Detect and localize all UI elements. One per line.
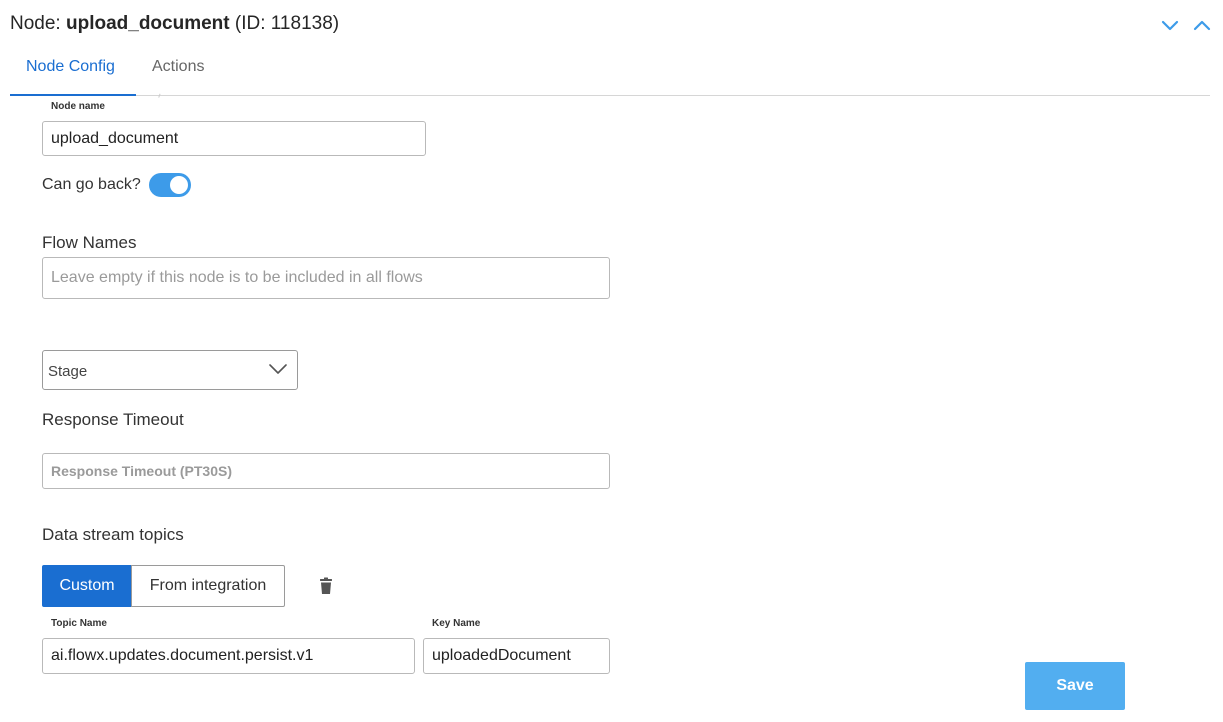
tab-actions[interactable]: Actions: [152, 58, 204, 76]
divider-mark: [154, 92, 161, 98]
save-button[interactable]: Save: [1025, 662, 1125, 710]
stage-select[interactable]: Stage: [42, 350, 298, 390]
stage-select-value: Stage: [48, 363, 88, 380]
data-stream-label: Data stream topics: [42, 525, 184, 544]
node-name-input[interactable]: [42, 121, 426, 156]
topic-name-label: Topic Name: [51, 618, 107, 629]
can-go-back-label: Can go back?: [42, 176, 141, 193]
trash-icon[interactable]: [316, 576, 336, 596]
node-title: Node: upload_document (ID: 118138): [10, 13, 339, 35]
node-title-id: (ID: 118138): [234, 13, 340, 34]
toggle-knob: [170, 176, 188, 194]
node-title-name: upload_document: [65, 13, 230, 34]
chevron-down-icon: [269, 364, 287, 374]
node-name-label: Node name: [51, 101, 105, 112]
chevron-down-icon[interactable]: [1159, 14, 1181, 36]
active-tab-indicator: [10, 94, 136, 96]
custom-mode-button[interactable]: Custom: [42, 565, 132, 607]
key-name-input[interactable]: [423, 638, 610, 674]
response-timeout-label: Response Timeout: [42, 410, 184, 429]
tab-node-config[interactable]: Node Config: [26, 58, 115, 76]
chevron-up-icon[interactable]: [1191, 14, 1213, 36]
key-name-label: Key Name: [432, 618, 481, 629]
flow-names-input[interactable]: [42, 257, 610, 299]
response-timeout-input[interactable]: [42, 453, 610, 489]
node-title-prefix: Node:: [10, 13, 61, 34]
from-integration-mode-button[interactable]: From integration: [131, 565, 285, 607]
flow-names-label: Flow Names: [42, 233, 137, 252]
tab-divider: [10, 95, 1210, 96]
topic-name-input[interactable]: [42, 638, 415, 674]
can-go-back-toggle[interactable]: [149, 173, 191, 197]
